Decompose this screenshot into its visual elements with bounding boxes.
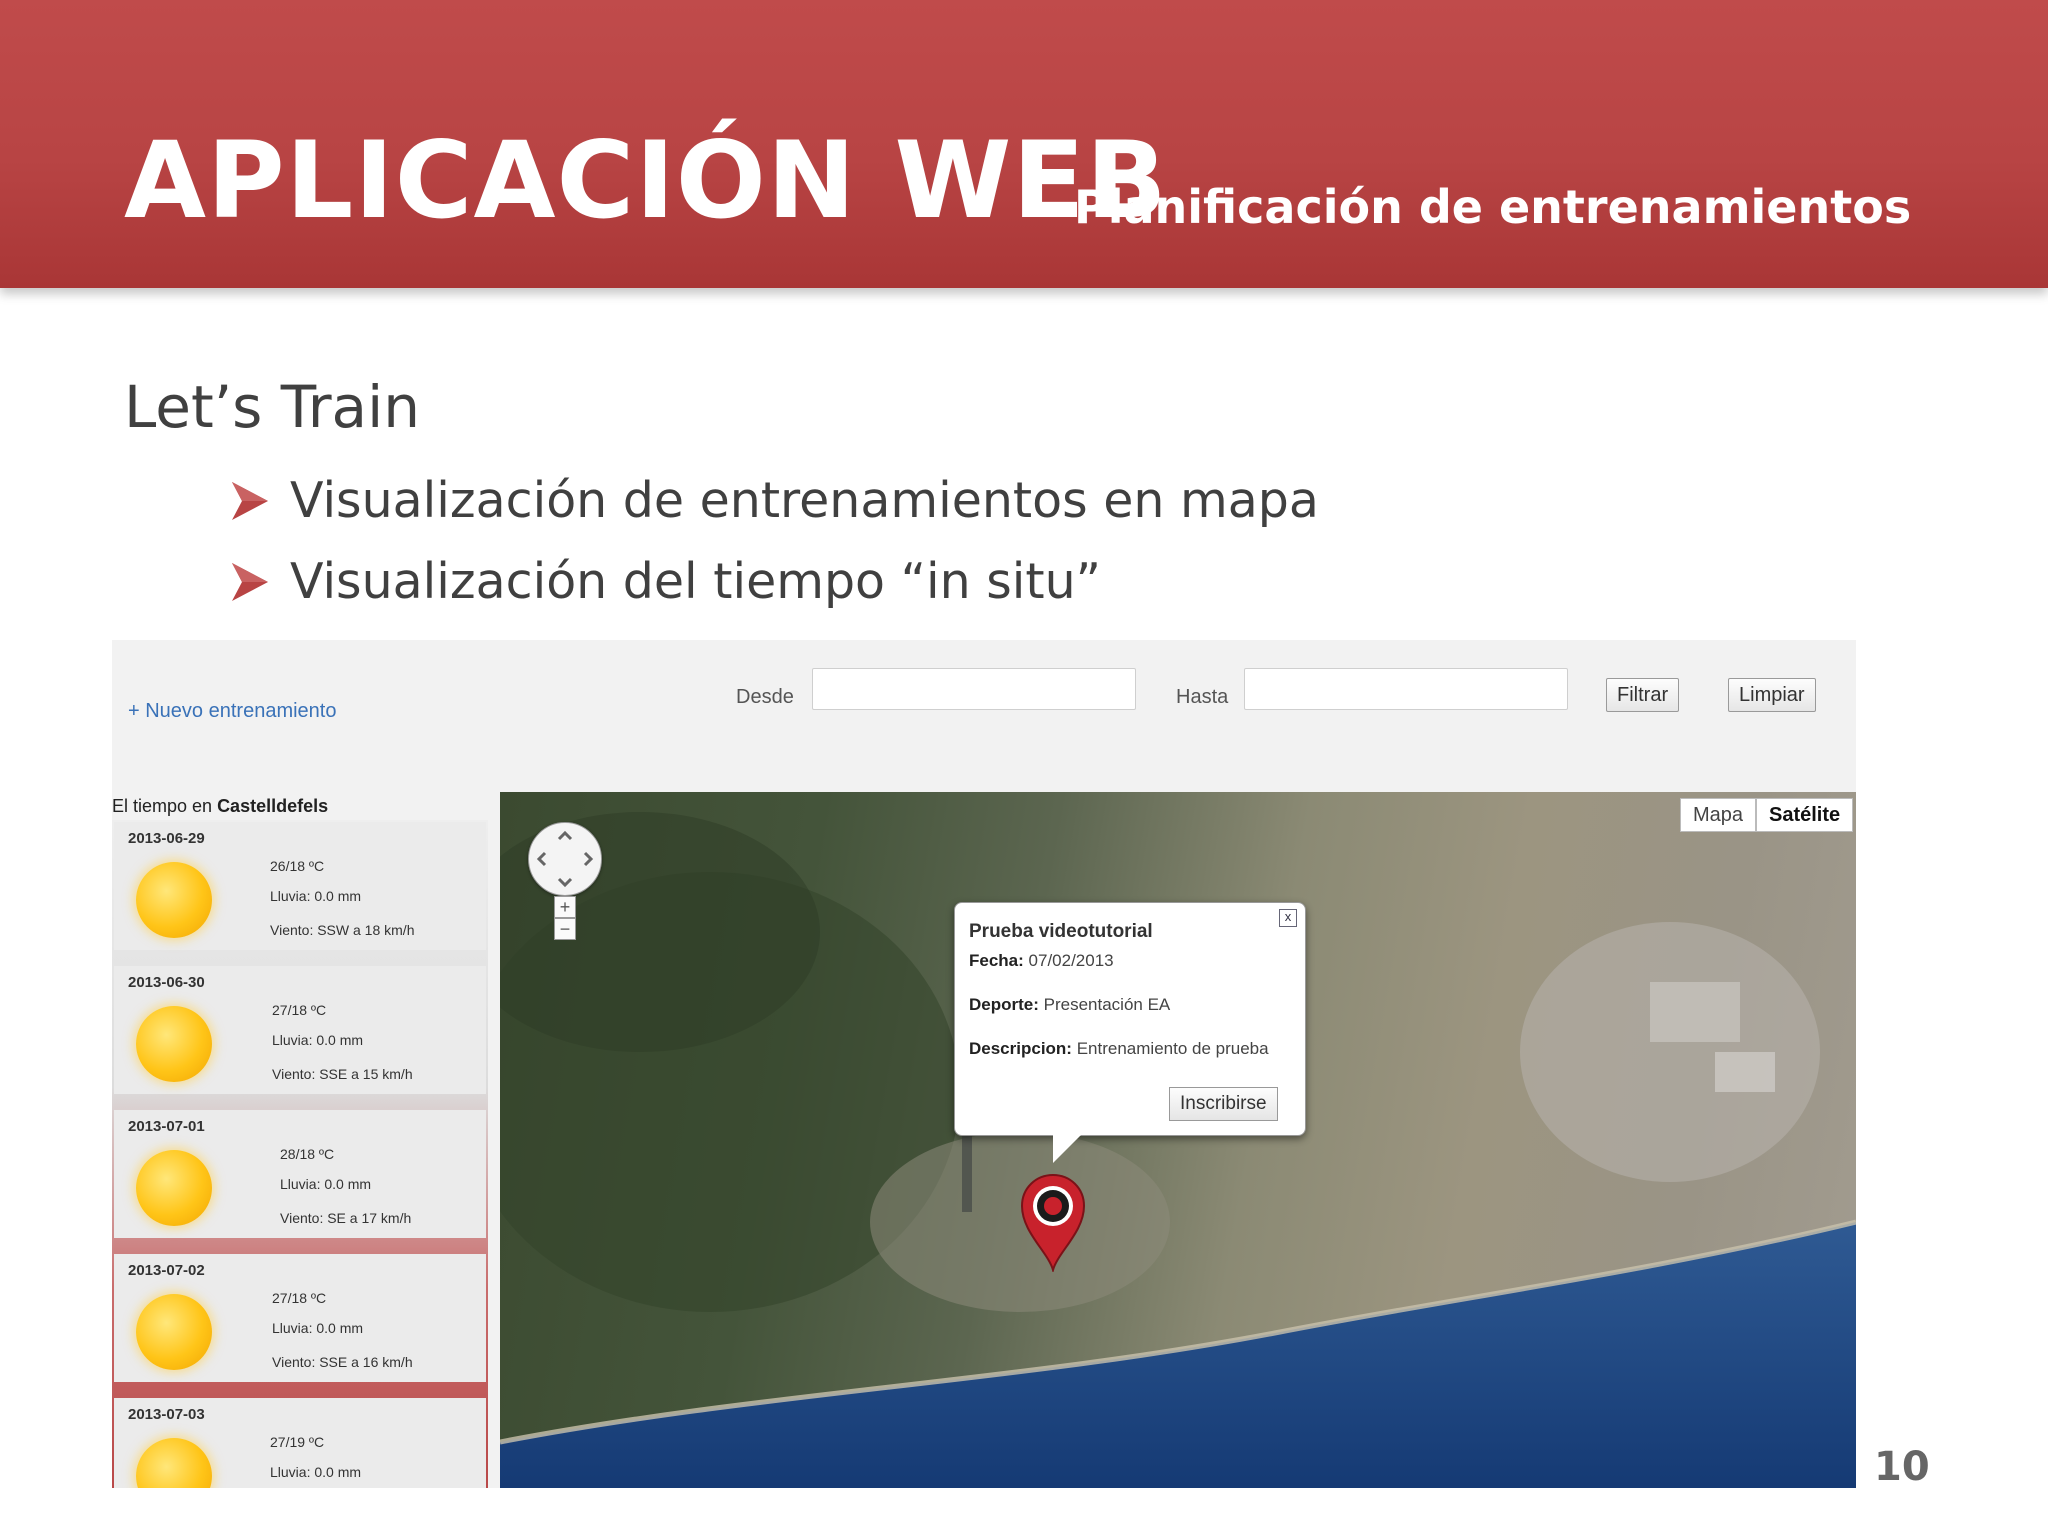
weather-rain: Lluvia: 0.0 mm bbox=[272, 1320, 364, 1336]
weather-day-card: 2013-06-29 26/18 ºC Lluvia: 0.0 mm Vient… bbox=[114, 822, 486, 950]
bullet-text: Visualización del tiempo “in situ” bbox=[290, 553, 1102, 610]
zoom-out-button[interactable]: − bbox=[554, 918, 576, 940]
pan-arrows-icon bbox=[536, 830, 594, 888]
weather-day-card: 2013-07-03 27/19 ºC Lluvia: 0.0 mm bbox=[114, 1398, 486, 1488]
weather-day-card: 2013-07-02 27/18 ºC Lluvia: 0.0 mm Vient… bbox=[114, 1254, 486, 1382]
weather-date: 2013-07-03 bbox=[128, 1406, 205, 1423]
map-marker-icon[interactable] bbox=[1018, 1172, 1088, 1272]
weather-title-prefix: El tiempo en bbox=[112, 796, 218, 816]
filter-button[interactable]: Filtrar bbox=[1606, 678, 1680, 712]
popup-title: Prueba videotutorial bbox=[969, 921, 1153, 942]
zoom-in-button[interactable]: + bbox=[554, 896, 576, 918]
app-screenshot: + Nuevo entrenamiento Desde Hasta Filtra… bbox=[112, 640, 1856, 1488]
weather-wind: Viento: SSW a 18 km/h bbox=[270, 922, 415, 938]
weather-date: 2013-07-02 bbox=[128, 1262, 205, 1279]
weather-title: El tiempo en Castelldefels bbox=[112, 796, 328, 817]
weather-temp: 26/18 ºC bbox=[270, 858, 325, 874]
popup-sport-value: Presentación EA bbox=[1043, 995, 1171, 1014]
weather-rain: Lluvia: 0.0 mm bbox=[270, 1464, 362, 1480]
popup-date-label: Fecha: bbox=[969, 951, 1024, 970]
weather-rain: Lluvia: 0.0 mm bbox=[280, 1176, 372, 1192]
title-banner: APLICACIÓN WEB Planificación de entrenam… bbox=[0, 0, 2048, 288]
to-date-input[interactable] bbox=[1244, 668, 1568, 710]
weather-wind: Viento: SSE a 15 km/h bbox=[272, 1066, 413, 1082]
weather-temp: 28/18 ºC bbox=[280, 1146, 335, 1162]
slide-title: APLICACIÓN WEB bbox=[124, 119, 1168, 242]
new-training-link[interactable]: + Nuevo entrenamiento bbox=[128, 700, 336, 723]
weather-wind: Viento: SE a 17 km/h bbox=[280, 1210, 412, 1226]
weather-date: 2013-06-30 bbox=[128, 974, 205, 991]
weather-temp: 27/18 ºC bbox=[272, 1002, 327, 1018]
arrow-bullet-icon bbox=[232, 482, 268, 520]
clear-button[interactable]: Limpiar bbox=[1728, 678, 1816, 712]
popup-date: Fecha: 07/02/2013 bbox=[969, 951, 1114, 971]
weather-day-card: 2013-07-01 28/18 ºC Lluvia: 0.0 mm Vient… bbox=[114, 1110, 486, 1238]
weather-column: 2013-06-29 26/18 ºC Lluvia: 0.0 mm Vient… bbox=[112, 820, 488, 1488]
slide-subtitle: Planificación de entrenamientos bbox=[1074, 180, 1912, 234]
sun-icon bbox=[136, 1150, 212, 1226]
popup-description: Descripcion: Entrenamiento de prueba bbox=[969, 1039, 1269, 1059]
weather-city: Castelldefels bbox=[217, 796, 329, 816]
bullet-text: Visualización de entrenamientos en mapa bbox=[290, 472, 1319, 529]
weather-day-card: 2013-06-30 27/18 ºC Lluvia: 0.0 mm Vient… bbox=[114, 966, 486, 1094]
slide-heading: Let’s Train bbox=[124, 373, 420, 441]
weather-rain: Lluvia: 0.0 mm bbox=[272, 1032, 364, 1048]
pan-control[interactable] bbox=[528, 822, 602, 896]
sun-icon bbox=[136, 1006, 212, 1082]
weather-rain: Lluvia: 0.0 mm bbox=[270, 888, 362, 904]
from-label: Desde bbox=[736, 686, 794, 708]
weather-date: 2013-07-01 bbox=[128, 1118, 205, 1135]
sun-icon bbox=[136, 1438, 212, 1488]
sun-icon bbox=[136, 1294, 212, 1370]
map-terrain bbox=[500, 812, 1856, 1488]
popup-desc-label: Descripcion: bbox=[969, 1039, 1072, 1058]
arrow-bullet-icon bbox=[232, 563, 268, 601]
map-type-map-button[interactable]: Mapa bbox=[1680, 798, 1757, 832]
weather-temp: 27/18 ºC bbox=[272, 1290, 327, 1306]
weather-wind: Viento: SSE a 16 km/h bbox=[272, 1354, 413, 1370]
page-number: 10 bbox=[1874, 1444, 1930, 1490]
to-label: Hasta bbox=[1176, 686, 1229, 708]
sun-icon bbox=[136, 862, 212, 938]
popup-date-value: 07/02/2013 bbox=[1028, 951, 1114, 970]
popup-desc-value: Entrenamiento de prueba bbox=[1076, 1039, 1269, 1058]
popup-sport-label: Deporte: bbox=[969, 995, 1039, 1014]
from-date-input[interactable] bbox=[812, 668, 1136, 710]
popup-tail bbox=[1053, 1133, 1083, 1163]
weather-date: 2013-06-29 bbox=[128, 830, 205, 847]
weather-temp: 27/19 ºC bbox=[270, 1434, 325, 1450]
map-type-satellite-button[interactable]: Satélite bbox=[1756, 798, 1854, 832]
info-window: x Prueba videotutorial Fecha: 07/02/2013… bbox=[954, 902, 1306, 1163]
popup-sport: Deporte: Presentación EA bbox=[969, 995, 1170, 1015]
close-icon[interactable]: x bbox=[1279, 909, 1297, 927]
satellite-map[interactable]: + − Mapa Satélite x Prueba videotutorial… bbox=[500, 792, 1856, 1488]
subscribe-button[interactable]: Inscribirse bbox=[1169, 1087, 1278, 1121]
